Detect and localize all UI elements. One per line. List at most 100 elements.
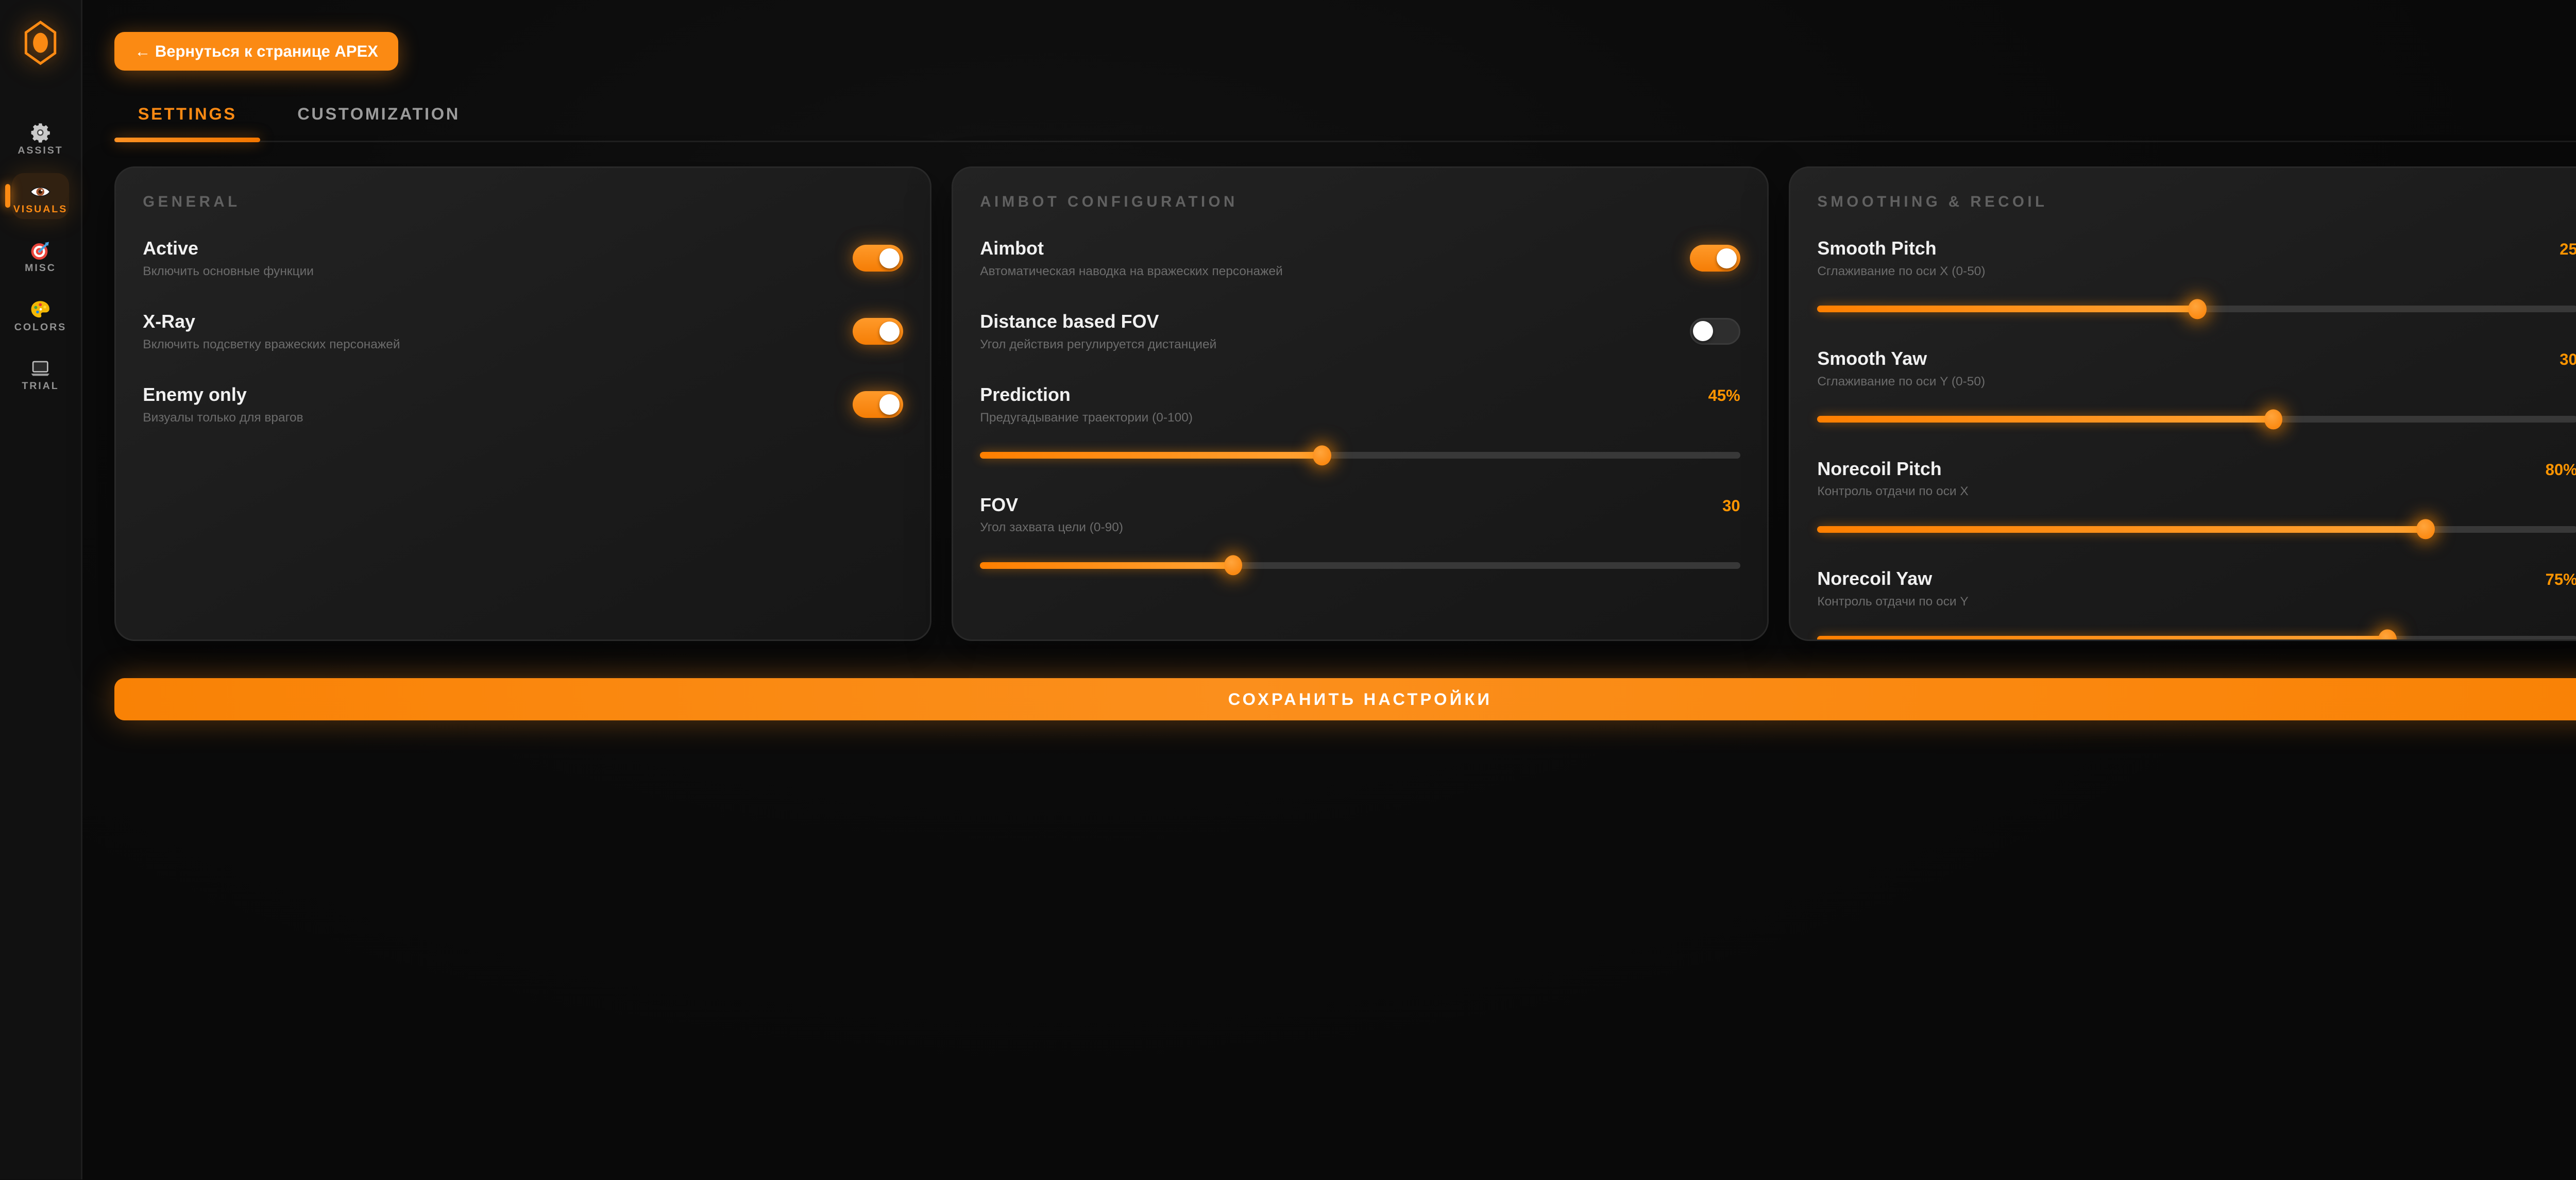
panel-general: GENERAL Active Включить основные функции X-… bbox=[114, 166, 931, 641]
slider-prediction[interactable] bbox=[980, 445, 1740, 465]
row-subtitle: Контроль отдачи по оси X bbox=[1817, 484, 2576, 499]
target-icon bbox=[29, 237, 51, 259]
setting-row-norecoil-yaw: Norecoil Yaw 75% Контроль отдачи по оси Y bbox=[1817, 568, 2576, 641]
setting-text: Active Включить основные функции bbox=[143, 238, 314, 279]
panel-smoothing-recoil: SMOOTHING & RECOILSmooth Pitch25Сглажива… bbox=[1789, 166, 2576, 641]
setting-row-norecoil-pitch: Norecoil Pitch 80% Контроль отдачи по оси … bbox=[1817, 458, 2576, 540]
row-title: Norecoil Pitch bbox=[1817, 458, 1941, 480]
hexagon-logo-icon bbox=[21, 20, 60, 72]
setting-text: Distance based FOV Угол действия регулиру… bbox=[980, 311, 1216, 352]
tab-customization[interactable]: CUSTOMIZATION bbox=[274, 94, 484, 141]
setting-row-enemy-only: Enemy only Визуалы только для врагов bbox=[143, 384, 903, 425]
toggle-knob bbox=[1717, 248, 1737, 268]
row-title: Smooth Yaw bbox=[1817, 348, 1927, 369]
row-title: FOV bbox=[980, 494, 1018, 516]
toggle-x-ray[interactable] bbox=[853, 318, 903, 345]
row-subtitle: Визуалы только для врагов bbox=[143, 411, 303, 425]
gear-icon bbox=[29, 120, 51, 141]
app-root: ASSIST VISUALS MISC COLORS TRIAL ← Вернуться… bbox=[0, 0, 2576, 1179]
row-subtitle: Включить основные функции bbox=[143, 264, 314, 279]
slider-knob[interactable] bbox=[2188, 299, 2207, 319]
back-to-apex-button[interactable]: ← Вернуться к странице APEX bbox=[114, 32, 398, 71]
slider-fill bbox=[1817, 636, 2387, 641]
slider-knob[interactable] bbox=[2264, 409, 2283, 429]
row-subtitle: Угол действия регулируется дистанцией bbox=[980, 338, 1216, 352]
slider-head: Smooth Pitch25 bbox=[1817, 238, 2576, 259]
toggle-distance-based-fov[interactable] bbox=[1690, 318, 1740, 345]
slider-knob[interactable] bbox=[2416, 519, 2435, 540]
slider-knob[interactable] bbox=[1313, 445, 1331, 465]
row-title: Prediction bbox=[980, 384, 1071, 406]
toggle-enemy-only[interactable] bbox=[853, 391, 903, 418]
row-subtitle: Включить подсветку вражеских персонажей bbox=[143, 338, 400, 352]
row-title: Distance based FOV bbox=[980, 311, 1216, 332]
setting-row-fov: FOV 30 Угол захвата цели (0-90) bbox=[980, 494, 1740, 576]
eye-icon bbox=[29, 178, 51, 200]
slider-smooth-pitch[interactable] bbox=[1817, 299, 2576, 319]
panel-title: GENERAL bbox=[143, 193, 903, 211]
sidebar-item-label: COLORS bbox=[14, 322, 66, 333]
setting-text: X-Ray Включить подсветку вражеских персон… bbox=[143, 311, 400, 352]
row-value: 30 bbox=[1722, 497, 1740, 515]
slider-fill bbox=[1817, 526, 2425, 533]
row-subtitle: Угол захвата цели (0-90) bbox=[980, 520, 1740, 535]
row-value: 30 bbox=[2560, 350, 2576, 369]
save-settings-button[interactable]: СОХРАНИТЬ НАСТРОЙКИ bbox=[114, 678, 2576, 720]
slider-fill bbox=[980, 452, 1322, 459]
sidebar-item-visuals[interactable]: VISUALS bbox=[12, 173, 69, 218]
toggle-knob bbox=[879, 394, 900, 414]
main-content: ← Вернуться к странице APEX SETTINGS CUST… bbox=[82, 0, 2576, 1179]
setting-text: Aimbot Автоматическая наводка на вражески… bbox=[980, 238, 1283, 279]
row-subtitle: Контроль отдачи по оси Y bbox=[1817, 595, 2576, 609]
row-title: X-Ray bbox=[143, 311, 400, 332]
row-value: 45% bbox=[1708, 386, 1740, 405]
toggle-aimbot[interactable] bbox=[1690, 245, 1740, 272]
sidebar-item-label: TRIAL bbox=[22, 380, 59, 392]
setting-row-prediction: Prediction 45% Предугадывание траектории (… bbox=[980, 384, 1740, 465]
setting-row-active: Active Включить основные функции bbox=[143, 238, 903, 279]
sidebar-item-colors[interactable]: COLORS bbox=[12, 291, 69, 336]
setting-text: Enemy only Визуалы только для врагов bbox=[143, 384, 303, 425]
row-value: 80% bbox=[2546, 461, 2576, 479]
sidebar-item-label: VISUALS bbox=[13, 204, 67, 215]
row-subtitle: Автоматическая наводка на вражеских перс… bbox=[980, 264, 1283, 279]
setting-row-smooth-pitch: Smooth Pitch25Сглаживание по оси X (0-50… bbox=[1817, 238, 2576, 319]
laptop-icon bbox=[29, 355, 51, 377]
toggle-active[interactable] bbox=[853, 245, 903, 272]
row-title: Active bbox=[143, 238, 314, 259]
panel-title: SMOOTHING & RECOIL bbox=[1817, 193, 2576, 211]
slider-norecoil-yaw[interactable] bbox=[1817, 629, 2576, 641]
slider-head: Norecoil Yaw 75% bbox=[1817, 568, 2576, 589]
slider-knob[interactable] bbox=[2378, 629, 2397, 641]
sidebar-nav: ASSIST VISUALS MISC COLORS TRIAL bbox=[0, 114, 81, 396]
sidebar-item-label: ASSIST bbox=[18, 145, 63, 157]
tab-bar: SETTINGS CUSTOMIZATION bbox=[114, 94, 2576, 142]
slider-track bbox=[980, 452, 1740, 459]
slider-head: FOV 30 bbox=[980, 494, 1740, 516]
panel-title: AIMBOT CONFIGURATION bbox=[980, 193, 1740, 211]
slider-track bbox=[1817, 416, 2576, 423]
slider-fov[interactable] bbox=[980, 555, 1740, 576]
slider-smooth-yaw[interactable] bbox=[1817, 409, 2576, 429]
sidebar-item-misc[interactable]: MISC bbox=[12, 232, 69, 278]
sidebar-item-trial[interactable]: TRIAL bbox=[12, 350, 69, 395]
slider-knob[interactable] bbox=[1224, 555, 1243, 576]
setting-row-distance-based-fov: Distance based FOV Угол действия регулиру… bbox=[980, 311, 1740, 352]
row-title: Norecoil Yaw bbox=[1817, 568, 1932, 589]
slider-head: Norecoil Pitch 80% bbox=[1817, 458, 2576, 480]
row-title: Aimbot bbox=[980, 238, 1283, 259]
slider-norecoil-pitch[interactable] bbox=[1817, 519, 2576, 540]
row-subtitle: Предугадывание траектории (0-100) bbox=[980, 411, 1740, 425]
row-subtitle: Сглаживание по оси Y (0-50) bbox=[1817, 375, 2576, 389]
row-value: 25 bbox=[2560, 240, 2576, 259]
setting-row-aimbot: Aimbot Автоматическая наводка на вражески… bbox=[980, 238, 1740, 279]
palette-icon bbox=[29, 296, 51, 318]
setting-row-x-ray: X-Ray Включить подсветку вражеских персон… bbox=[143, 311, 903, 352]
row-title: Enemy only bbox=[143, 384, 303, 406]
row-value: 75% bbox=[2546, 570, 2576, 589]
tab-settings[interactable]: SETTINGS bbox=[114, 94, 260, 141]
sidebar: ASSIST VISUALS MISC COLORS TRIAL bbox=[0, 0, 82, 1179]
slider-fill bbox=[1817, 416, 2273, 423]
sidebar-item-assist[interactable]: ASSIST bbox=[12, 114, 69, 160]
slider-fill bbox=[1817, 306, 2197, 312]
